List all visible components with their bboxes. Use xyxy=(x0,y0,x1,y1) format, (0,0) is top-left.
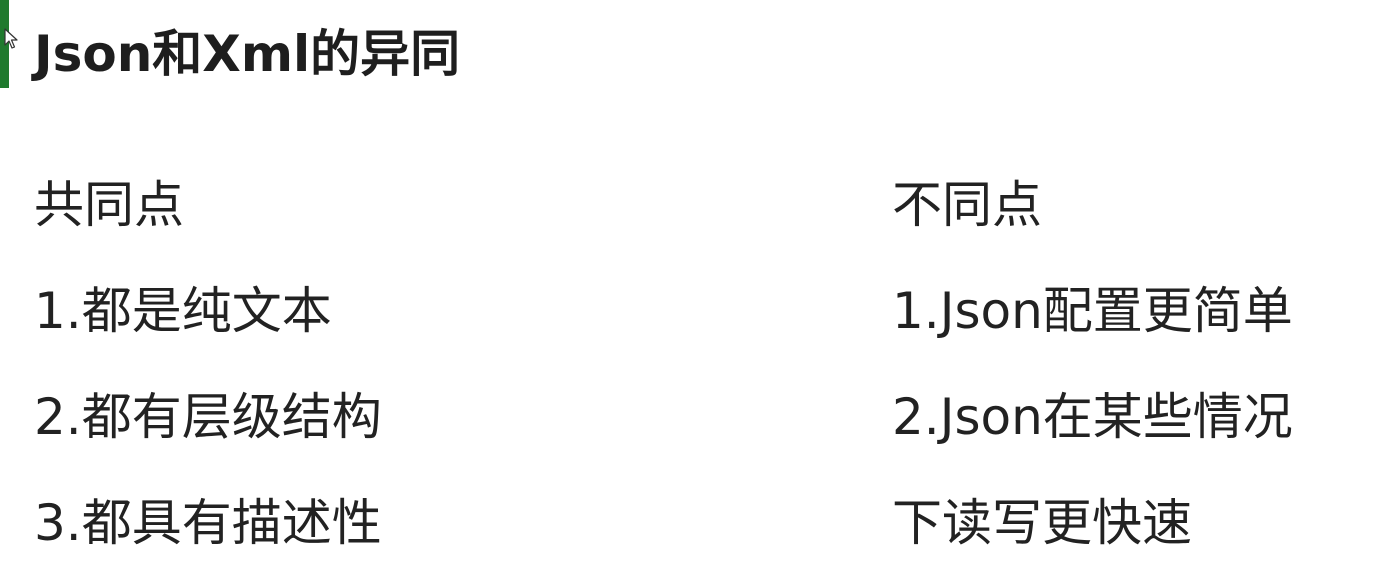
difference-line: 2.Json在某些情况 xyxy=(892,388,1293,446)
difference-line: 下读写更快速 xyxy=(892,494,1192,552)
similarity-item: 2.都有层级结构 xyxy=(34,388,382,446)
similarity-item: 3.都具有描述性 xyxy=(34,494,382,552)
differences-column: 不同点 1.Json配置更简单 2.Json在某些情况 下读写更快速 xyxy=(892,152,1293,576)
difference-line: 1.Json配置更简单 xyxy=(892,282,1293,340)
slide-title: Json和Xml的异同 xyxy=(34,25,461,83)
similarities-heading: 共同点 xyxy=(34,176,184,234)
mouse-cursor-icon xyxy=(4,28,18,49)
similarity-item: 1.都是纯文本 xyxy=(34,282,332,340)
similarities-column: 共同点 1.都是纯文本 2.都有层级结构 3.都具有描述性 xyxy=(34,152,382,576)
differences-heading: 不同点 xyxy=(892,176,1042,234)
